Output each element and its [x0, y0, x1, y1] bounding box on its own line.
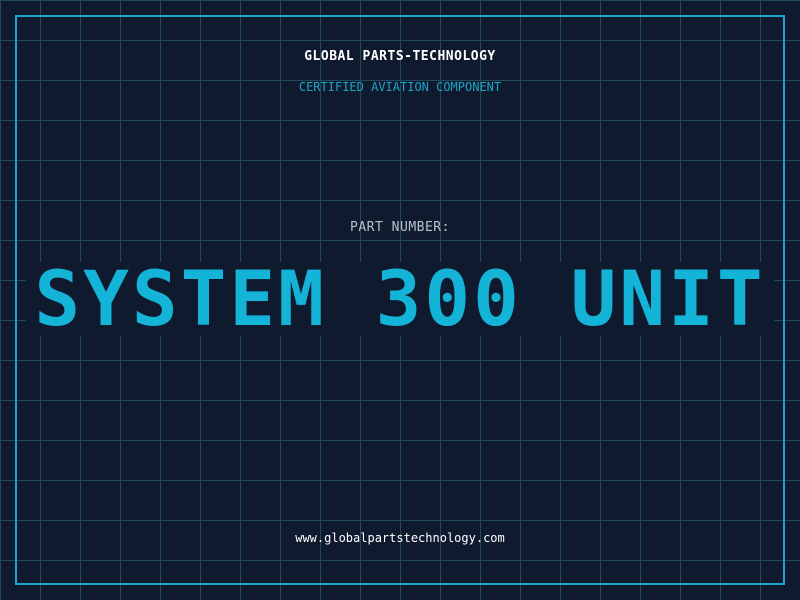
certificate-canvas: GLOBAL PARTS-TECHNOLOGY CERTIFIED AVIATI…: [0, 0, 800, 600]
part-number-container: SYSTEM 300 UNIT: [0, 261, 800, 337]
part-number-value: SYSTEM 300 UNIT: [26, 261, 774, 337]
website-url: www.globalpartstechnology.com: [295, 531, 505, 545]
certification-tagline: CERTIFIED AVIATION COMPONENT: [298, 80, 502, 94]
part-number-label: PART NUMBER:: [350, 220, 450, 235]
company-name: GLOBAL PARTS-TECHNOLOGY: [304, 49, 496, 64]
